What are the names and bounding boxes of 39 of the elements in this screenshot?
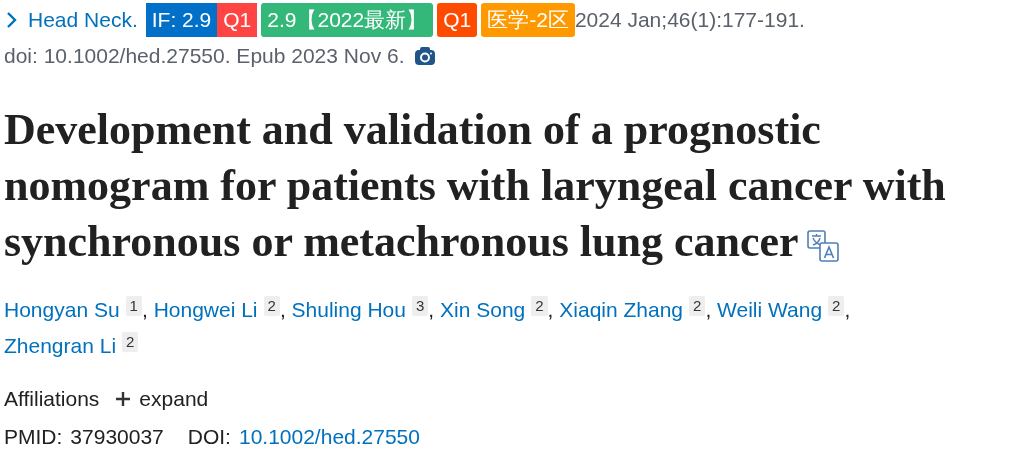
author-link[interactable]: Hongyan Su: [4, 298, 120, 321]
doi-label: DOI:: [187, 424, 231, 450]
expand-button[interactable]: expand: [115, 380, 209, 418]
camera-icon[interactable]: [414, 47, 435, 65]
affiliations-label: Affiliations: [4, 386, 100, 412]
journal-badge: Q1: [217, 3, 258, 37]
author-link[interactable]: Weili Wang: [717, 298, 823, 321]
affiliation-link[interactable]: 2: [689, 296, 706, 316]
chevron-right-icon[interactable]: [6, 12, 18, 28]
affiliation-link[interactable]: 1: [125, 296, 142, 316]
author-link[interactable]: Zhengran Li: [4, 334, 117, 357]
pmid-value: 37930037: [70, 424, 164, 450]
issue-text: 2024 Jan;46(1):177-191.: [574, 7, 805, 33]
separator-text: ,: [705, 298, 712, 321]
translate-icon[interactable]: [806, 230, 839, 262]
author-link[interactable]: Xin Song: [440, 298, 526, 321]
doi-link[interactable]: 10.1002/hed.27550: [238, 418, 420, 456]
author-link[interactable]: Shuling Hou: [291, 298, 406, 321]
affiliation-link[interactable]: 2: [531, 296, 548, 316]
journal-badge: IF: 2.9: [145, 3, 218, 37]
journal-badge: 医学-2区: [481, 3, 575, 37]
journal-link[interactable]: Head Neck.: [28, 2, 138, 38]
affiliation-link[interactable]: 2: [263, 296, 280, 316]
separator-text: ,: [279, 298, 286, 321]
journal-badge: 2.9【2022最新】: [261, 3, 434, 37]
separator-text: ,: [547, 298, 554, 321]
pmid-label: PMID:: [4, 424, 63, 450]
plus-icon: [115, 391, 132, 407]
affiliation-link[interactable]: 2: [828, 296, 845, 316]
author-link[interactable]: Xiaqin Zhang: [559, 298, 684, 321]
journal-badge: Q1: [437, 3, 478, 37]
separator-text: ,: [428, 298, 435, 321]
separator-text: ,: [844, 298, 851, 321]
author-link[interactable]: Hongwei Li: [153, 298, 258, 321]
affiliation-link[interactable]: 2: [122, 332, 139, 352]
affiliation-link[interactable]: 3: [412, 296, 429, 316]
doi-text: doi: 10.1002/hed.27550. Epub 2023 Nov 6.: [4, 43, 405, 69]
article-title: Development and validation of a prognostic nomogram for patients with laryngeal cancer with synchronous or metachronous lung cancer: [4, 104, 947, 268]
separator-text: ,: [141, 298, 148, 321]
